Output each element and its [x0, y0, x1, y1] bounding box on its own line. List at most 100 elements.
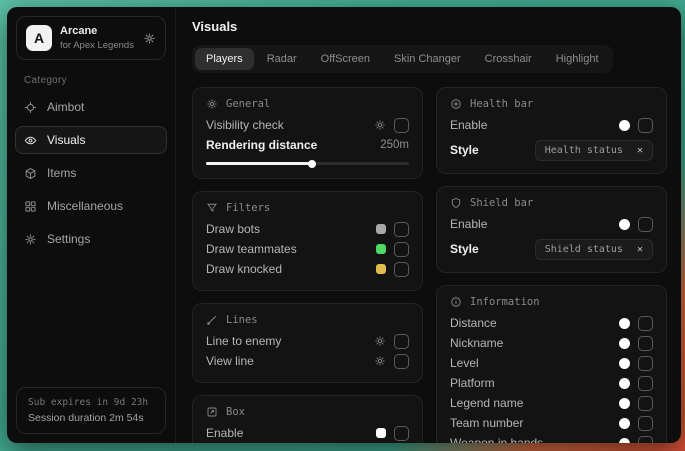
setting-label: Line to enemy	[206, 334, 374, 348]
setting-row: Nickname	[450, 333, 653, 353]
main-panel: Visuals Players Radar OffScreen Skin Cha…	[176, 7, 681, 443]
color-swatch[interactable]	[376, 244, 386, 254]
color-swatch[interactable]	[619, 398, 630, 409]
left-column: General Visibility check	[192, 87, 423, 443]
checkbox[interactable]	[638, 217, 653, 232]
checkbox[interactable]	[394, 118, 409, 133]
right-column: Health bar Enable Style Health status	[436, 87, 667, 443]
color-swatch[interactable]	[619, 358, 630, 369]
setting-row: Enable	[450, 115, 653, 135]
settings-grid: General Visibility check	[192, 87, 667, 443]
setting-row: Platform	[450, 373, 653, 393]
setting-label: Draw knocked	[206, 262, 376, 276]
card-shield-bar: Shield bar Enable Style Shield status	[436, 186, 667, 273]
close-icon[interactable]: ✕	[637, 145, 643, 156]
checkbox[interactable]	[394, 242, 409, 257]
slider-row: Rendering distance 250m	[206, 135, 409, 155]
setting-row: Draw teammates	[206, 239, 409, 259]
tab-highlight[interactable]: Highlight	[545, 48, 610, 70]
setting-label: Team number	[450, 416, 619, 430]
sidebar-item-visuals[interactable]: Visuals	[15, 126, 167, 154]
grid-icon	[24, 200, 37, 213]
sidebar-item-aimbot[interactable]: Aimbot	[15, 93, 167, 121]
funnel-icon	[206, 202, 218, 214]
tab-skin-changer[interactable]: Skin Changer	[383, 48, 472, 70]
gear-icon	[206, 98, 218, 110]
checkbox[interactable]	[638, 376, 653, 391]
setting-label: Visibility check	[206, 118, 374, 132]
color-swatch[interactable]	[619, 120, 630, 131]
checkbox[interactable]	[638, 118, 653, 133]
style-row: Style Shield status ✕	[450, 237, 653, 261]
card-title: Health bar	[470, 98, 533, 110]
setting-row: Visibility check	[206, 115, 409, 135]
card-general: General Visibility check	[192, 87, 423, 179]
card-filters: Filters Draw bots Draw teammates	[192, 191, 423, 291]
color-swatch[interactable]	[376, 428, 386, 438]
checkbox[interactable]	[394, 334, 409, 349]
checkbox[interactable]	[638, 356, 653, 371]
card-information: Information Distance Nickname	[436, 285, 667, 443]
setting-row: View line	[206, 351, 409, 371]
checkbox[interactable]	[638, 316, 653, 331]
checkbox[interactable]	[394, 222, 409, 237]
card-title: Information	[470, 296, 540, 308]
style-value: Shield status	[545, 244, 623, 255]
checkbox[interactable]	[394, 426, 409, 441]
setting-label: Platform	[450, 376, 619, 390]
slider-value: 250m	[380, 139, 409, 151]
setting-row: Distance	[450, 313, 653, 333]
setting-label: Weapon in hands	[450, 436, 619, 443]
gear-icon[interactable]	[143, 32, 156, 45]
setting-label: Style	[450, 143, 535, 157]
setting-label: Nickname	[450, 336, 619, 350]
render-distance-slider[interactable]	[206, 162, 409, 165]
game-background: A Arcane for Apex Legends Category Aimbo…	[0, 0, 685, 451]
tab-players[interactable]: Players	[195, 48, 254, 70]
tab-offscreen[interactable]: OffScreen	[310, 48, 381, 70]
crosshair-icon	[24, 101, 37, 114]
sidebar-item-label: Settings	[47, 232, 90, 246]
color-swatch[interactable]	[619, 418, 630, 429]
card-title: Lines	[226, 314, 258, 326]
setting-row: Enable	[450, 214, 653, 234]
tab-radar[interactable]: Radar	[256, 48, 308, 70]
checkbox[interactable]	[394, 354, 409, 369]
close-icon[interactable]: ✕	[637, 244, 643, 255]
gear-icon[interactable]	[374, 335, 386, 347]
app-header: A Arcane for Apex Legends	[16, 16, 166, 60]
sidebar-item-label: Miscellaneous	[47, 199, 123, 213]
checkbox[interactable]	[638, 416, 653, 431]
checkbox[interactable]	[638, 336, 653, 351]
sidebar-item-items[interactable]: Items	[15, 159, 167, 187]
card-lines: Lines Line to enemy Vie	[192, 303, 423, 383]
style-select[interactable]: Health status ✕	[535, 140, 653, 161]
color-swatch[interactable]	[619, 219, 630, 230]
setting-label: Draw teammates	[206, 242, 376, 256]
color-swatch[interactable]	[619, 338, 630, 349]
sidebar-item-settings[interactable]: Settings	[15, 225, 167, 253]
line-icon	[206, 314, 218, 326]
color-swatch[interactable]	[376, 224, 386, 234]
card-title: Box	[226, 406, 245, 418]
checkbox[interactable]	[638, 436, 653, 444]
gear-icon[interactable]	[374, 119, 386, 131]
setting-row: Enable	[206, 423, 409, 443]
slider-knob[interactable]	[308, 160, 316, 168]
app-name: Arcane	[60, 25, 134, 38]
color-swatch[interactable]	[619, 438, 630, 444]
gear-icon	[24, 233, 37, 246]
color-swatch[interactable]	[376, 264, 386, 274]
checkbox[interactable]	[394, 262, 409, 277]
setting-label: Rendering distance	[206, 138, 380, 152]
color-swatch[interactable]	[619, 378, 630, 389]
tab-crosshair[interactable]: Crosshair	[474, 48, 543, 70]
checkbox[interactable]	[638, 396, 653, 411]
page-title: Visuals	[192, 19, 667, 34]
gear-icon[interactable]	[374, 355, 386, 367]
sidebar-item-miscellaneous[interactable]: Miscellaneous	[15, 192, 167, 220]
style-select[interactable]: Shield status ✕	[535, 239, 653, 260]
setting-label: Style	[450, 242, 535, 256]
sidebar: A Arcane for Apex Legends Category Aimbo…	[7, 7, 176, 443]
color-swatch[interactable]	[619, 318, 630, 329]
